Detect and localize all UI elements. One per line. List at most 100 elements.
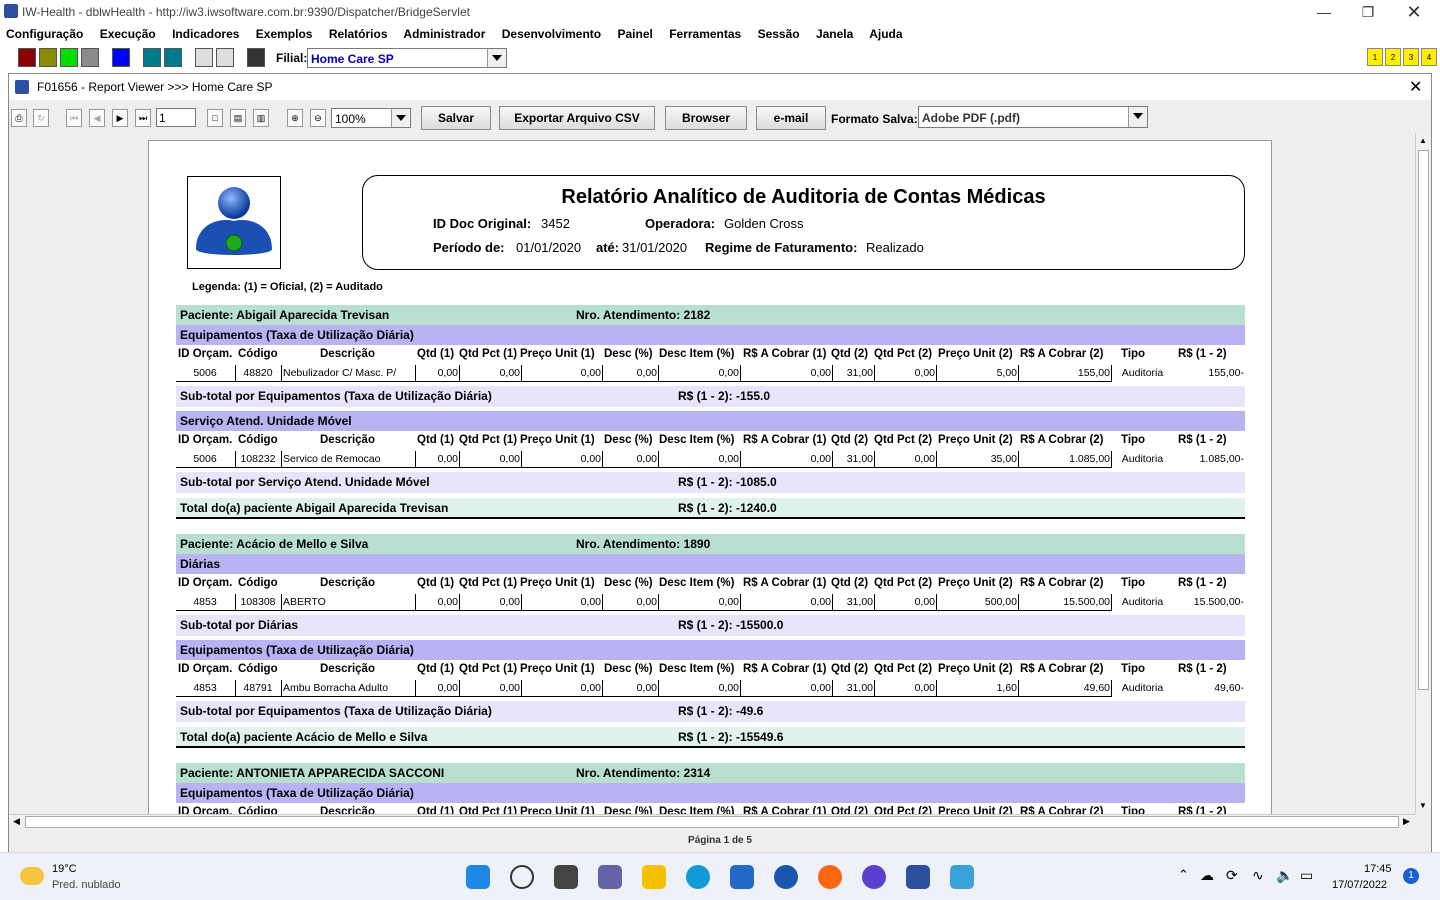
color-button-blue[interactable] — [112, 48, 130, 67]
filial-select[interactable]: Home Care SP — [307, 48, 507, 68]
wifi-icon[interactable]: ∿ — [1252, 867, 1264, 884]
column-header: Qtd Pct (2) — [874, 434, 933, 446]
store-icon[interactable] — [730, 865, 754, 889]
page-number-input[interactable] — [156, 108, 196, 127]
sync-icon[interactable]: ⟳ — [1226, 867, 1238, 884]
app-c-icon[interactable] — [774, 865, 798, 889]
menu-relatorios[interactable]: Relatórios — [329, 27, 388, 41]
last-page-icon[interactable]: ⏭ — [135, 109, 151, 127]
quick-button-2[interactable]: 2 — [1385, 48, 1401, 66]
email-button[interactable]: e-mail — [756, 106, 826, 130]
hscroll-thumb[interactable] — [25, 816, 1399, 828]
first-page-icon[interactable]: ⏮ — [66, 109, 82, 127]
format-select[interactable]: Adobe PDF (.pdf) — [918, 106, 1148, 128]
table-cell: 31,00 — [833, 365, 875, 382]
scroll-down-icon[interactable]: ▼ — [1419, 801, 1427, 810]
print-icon[interactable]: ⎙ — [11, 109, 27, 127]
minimize-button[interactable]: — — [1302, 2, 1346, 22]
color-button-olive[interactable] — [39, 48, 57, 67]
table-cell: 31,00 — [833, 680, 875, 697]
quick-button-4[interactable]: 4 — [1421, 48, 1437, 66]
export-csv-button[interactable]: Exportar Arquivo CSV — [499, 106, 655, 130]
start-icon[interactable] — [466, 865, 490, 889]
quick-button-1[interactable]: 1 — [1367, 48, 1383, 66]
battery-icon[interactable]: ▭ — [1300, 867, 1313, 884]
close-window-button[interactable]: ✕ — [1392, 2, 1436, 22]
table-cell: 0,00 — [522, 451, 603, 468]
color-button-gray[interactable] — [81, 48, 99, 67]
subtotal-value: R$ (1 - 2): -49.6 — [678, 704, 764, 718]
iwhealth-taskbar-icon[interactable] — [906, 865, 930, 889]
weather-icon[interactable] — [20, 867, 44, 885]
app-arrow-icon[interactable] — [862, 865, 886, 889]
zoom-select[interactable]: 100% — [331, 108, 411, 128]
color-button-teal[interactable] — [143, 48, 161, 67]
table-row: 4853 108308 ABERTO 0,00 0,00 0,00 0,00 0,00 0,00… — [176, 594, 1245, 611]
save-button[interactable]: Salvar — [421, 106, 491, 130]
operadora-value: Golden Cross — [724, 216, 804, 231]
tools-icon[interactable] — [950, 865, 974, 889]
table-cell: 155,00- — [1208, 367, 1244, 379]
scroll-left-icon[interactable]: ◀ — [13, 816, 20, 827]
menu-administrador[interactable]: Administrador — [403, 27, 485, 41]
menu-desenvolvimento[interactable]: Desenvolvimento — [502, 27, 601, 41]
browser-button[interactable]: Browser — [665, 106, 747, 130]
single-page-icon[interactable]: □ — [207, 109, 223, 127]
color-button-darkred[interactable] — [18, 48, 36, 67]
black-square-icon[interactable] — [247, 48, 265, 67]
menu-ferramentas[interactable]: Ferramentas — [669, 27, 741, 41]
volume-icon[interactable]: 🔈 — [1276, 867, 1293, 884]
scroll-thumb[interactable] — [1418, 150, 1429, 690]
menu-sessao[interactable]: Sessão — [758, 27, 800, 41]
table-cell: ABERTO — [282, 594, 416, 611]
menu-bar: Configuração Execução Indicadores Exempl… — [0, 24, 1440, 45]
color-button-teal-2[interactable] — [164, 48, 182, 67]
next-page-icon[interactable]: ▶ — [112, 109, 128, 127]
close-icon[interactable]: ✕ — [1409, 77, 1422, 97]
scroll-up-icon[interactable]: ▲ — [1419, 136, 1427, 145]
page-width-icon[interactable]: ▤ — [230, 109, 246, 127]
format-value: Adobe PDF (.pdf) — [922, 111, 1020, 125]
menu-ajuda[interactable]: Ajuda — [869, 27, 902, 41]
scroll-right-icon[interactable]: ▶ — [1403, 816, 1410, 827]
table-cell: 0,00 — [522, 365, 603, 382]
menu-execucao[interactable]: Execução — [100, 27, 156, 41]
chevron-up-icon[interactable]: ⌃ — [1178, 867, 1189, 883]
task-view-icon[interactable] — [554, 865, 578, 889]
clock-time[interactable]: 17:45 — [1364, 863, 1392, 875]
menu-janela[interactable]: Janela — [816, 27, 853, 41]
calculator-icon[interactable] — [216, 48, 234, 67]
menu-indicadores[interactable]: Indicadores — [172, 27, 239, 41]
search-icon[interactable] — [510, 865, 534, 889]
table-cell: 48820 — [236, 365, 282, 382]
color-button-green[interactable] — [60, 48, 78, 67]
horizontal-scrollbar[interactable]: ◀ ▶ — [9, 814, 1415, 830]
subtotal-label: Sub-total por Equipamentos (Taxa de Util… — [180, 389, 492, 403]
edge-icon[interactable] — [686, 865, 710, 889]
clock-date[interactable]: 17/07/2022 — [1332, 879, 1387, 891]
maximize-button[interactable]: ❐ — [1346, 2, 1390, 22]
table-cell: 0,00 — [875, 680, 937, 697]
menu-painel[interactable]: Painel — [617, 27, 652, 41]
cloud-icon[interactable]: ☁ — [1200, 867, 1214, 884]
patient-name: Paciente: Acácio de Mello e Silva — [180, 537, 369, 551]
vertical-scrollbar[interactable]: ▲ ▼ — [1415, 133, 1431, 814]
notification-badge[interactable]: 1 — [1403, 868, 1419, 884]
table-cell: 0,00 — [460, 680, 522, 697]
firefox-icon[interactable] — [818, 865, 842, 889]
refresh-icon[interactable]: ↻ — [33, 109, 49, 127]
quick-button-3[interactable]: 3 — [1403, 48, 1419, 66]
zoom-in-icon[interactable]: ⊕ — [287, 109, 303, 127]
whole-page-icon[interactable]: ▥ — [253, 109, 269, 127]
column-header: Preço Unit (1) — [520, 434, 595, 446]
table-cell: 31,00 — [833, 451, 875, 468]
prev-page-icon[interactable]: ◀ — [89, 109, 105, 127]
column-header: R$ A Cobrar (2) — [1020, 663, 1104, 675]
chevron-down-icon — [391, 109, 410, 127]
menu-exemplos[interactable]: Exemplos — [256, 27, 313, 41]
tree-icon[interactable] — [195, 48, 213, 67]
chat-icon[interactable] — [598, 865, 622, 889]
zoom-out-icon[interactable]: ⊖ — [310, 109, 326, 127]
file-explorer-icon[interactable] — [642, 865, 666, 889]
menu-configuracao[interactable]: Configuração — [6, 27, 83, 41]
